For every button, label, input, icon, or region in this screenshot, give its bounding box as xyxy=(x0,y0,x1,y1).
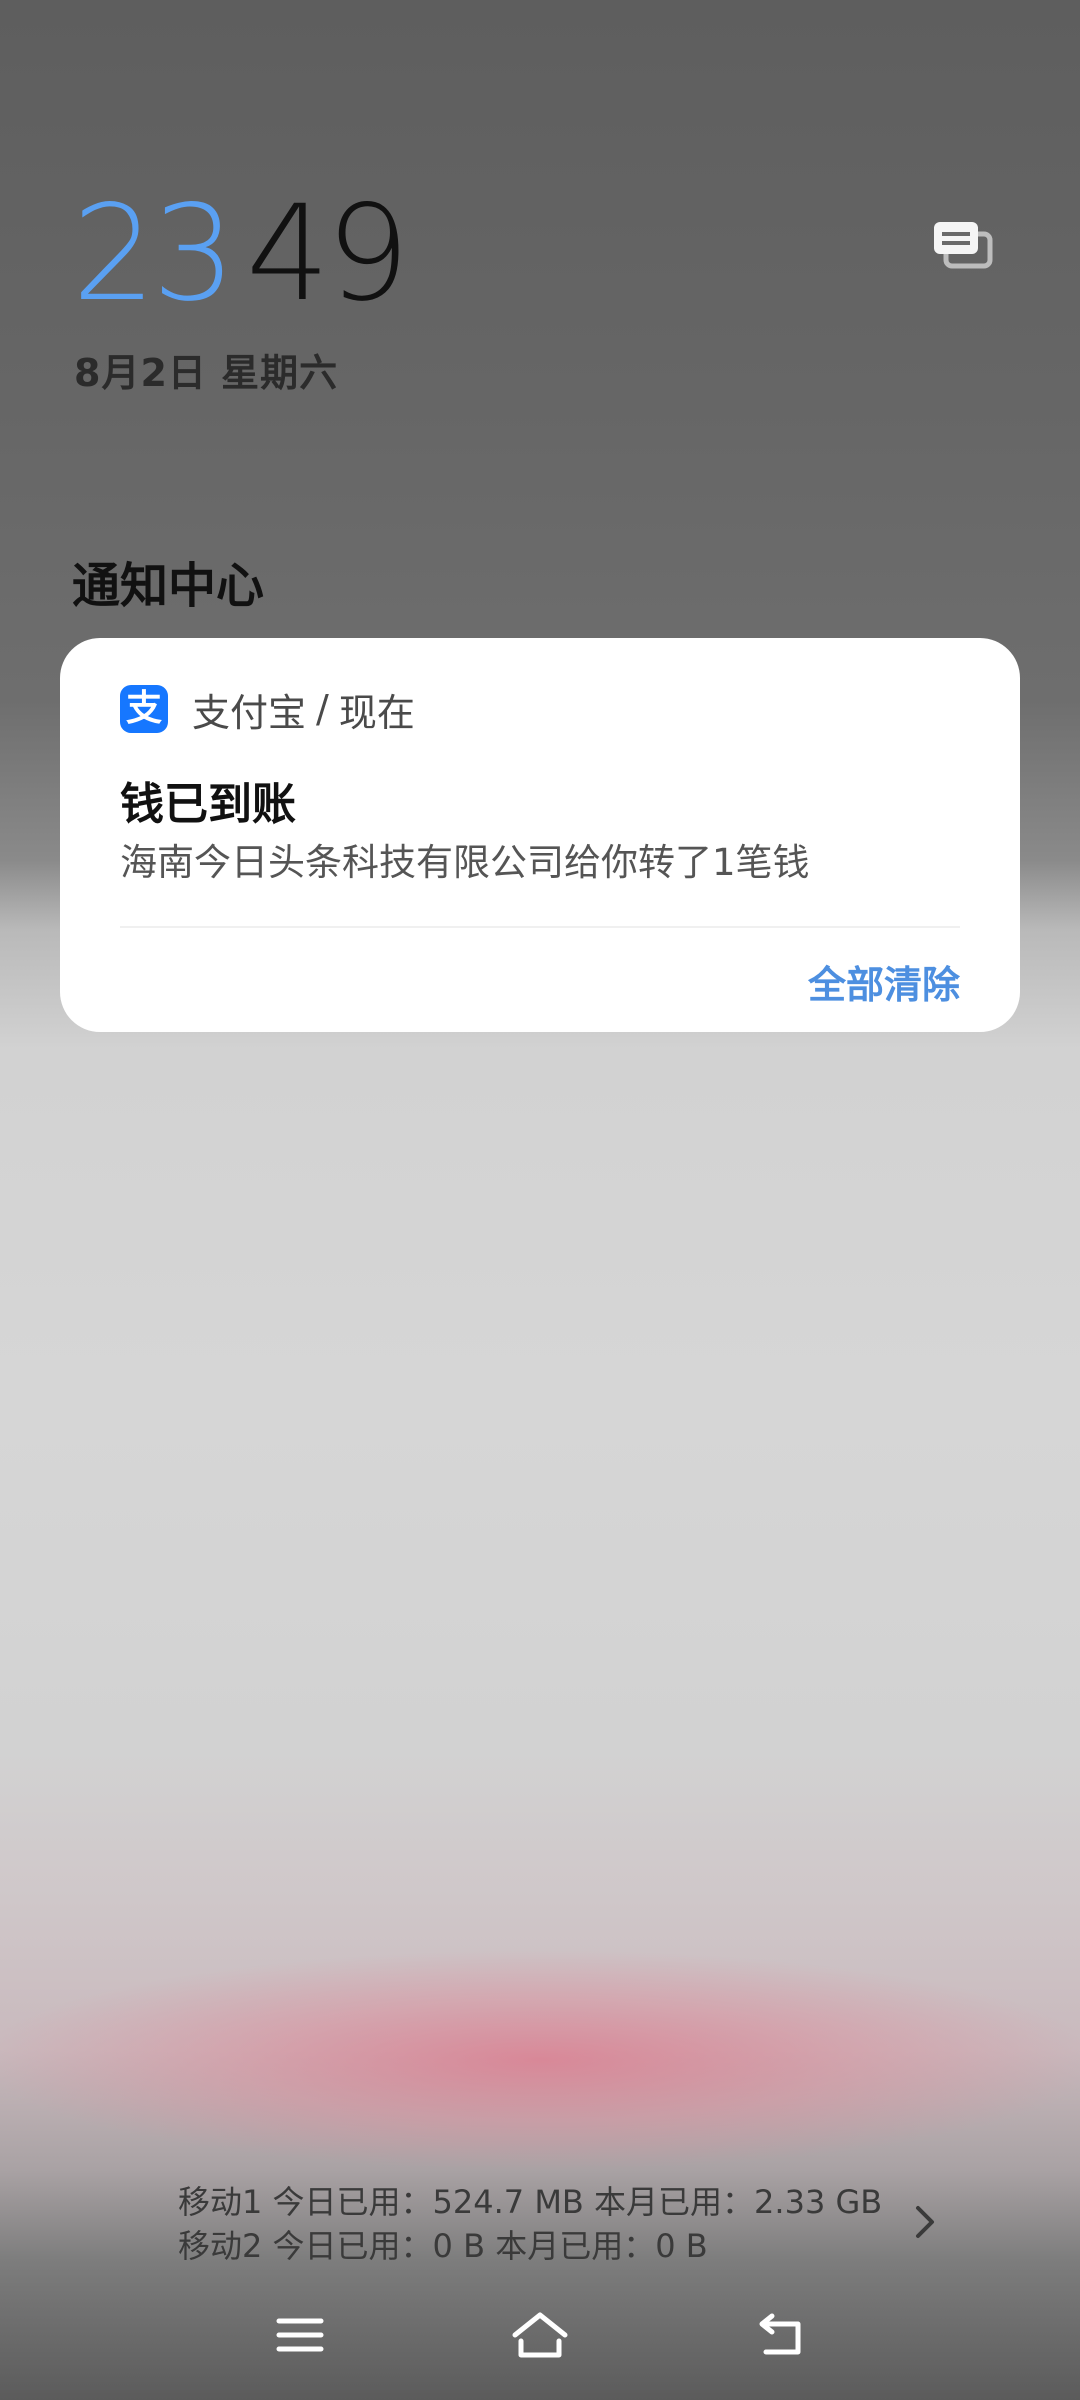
back-icon xyxy=(759,2313,801,2355)
notification-title: 钱已到账 xyxy=(120,779,296,830)
clock-hours: 23 xyxy=(72,177,236,331)
notification-card[interactable]: 支 支付宝 / 现在 钱已到账 海南今日头条科技有限公司给你转了1笔钱 全部清除 xyxy=(60,638,1020,1032)
notification-separator: / xyxy=(316,687,329,731)
card-divider xyxy=(120,926,960,928)
data-usage-sim2: 移动2 今日已用：0 B 本月已用：0 B xyxy=(178,2227,708,2265)
cards-icon[interactable] xyxy=(928,216,998,276)
clear-all-button[interactable]: 全部清除 xyxy=(808,954,960,1009)
notification-app-name: 支付宝 xyxy=(192,690,307,735)
navigation-bar xyxy=(0,2290,1080,2380)
chevron-right-icon[interactable] xyxy=(910,2200,940,2244)
notification-body: 海南今日头条科技有限公司给你转了1笔钱 xyxy=(120,841,810,884)
alipay-icon: 支 xyxy=(120,685,168,733)
data-usage-info[interactable]: 移动1 今日已用：524.7 MB 本月已用：2.33 GB 移动2 今日已用：… xyxy=(178,2180,958,2268)
lockscreen-clock: 23 49 xyxy=(72,177,410,331)
lockscreen-date: 8月2日 星期六 xyxy=(74,351,339,395)
home-button[interactable] xyxy=(495,2290,585,2380)
data-usage-sim1: 移动1 今日已用：524.7 MB 本月已用：2.33 GB xyxy=(178,2183,883,2221)
menu-icon xyxy=(276,2318,324,2352)
notification-time: 现在 xyxy=(338,690,415,735)
clock-minutes: 49 xyxy=(245,177,410,331)
back-button[interactable] xyxy=(735,2290,825,2380)
notification-header: 支 支付宝 / 现在 xyxy=(120,684,415,735)
home-icon xyxy=(512,2312,568,2358)
notification-center-title: 通知中心 xyxy=(72,558,265,614)
menu-button[interactable] xyxy=(255,2290,345,2380)
